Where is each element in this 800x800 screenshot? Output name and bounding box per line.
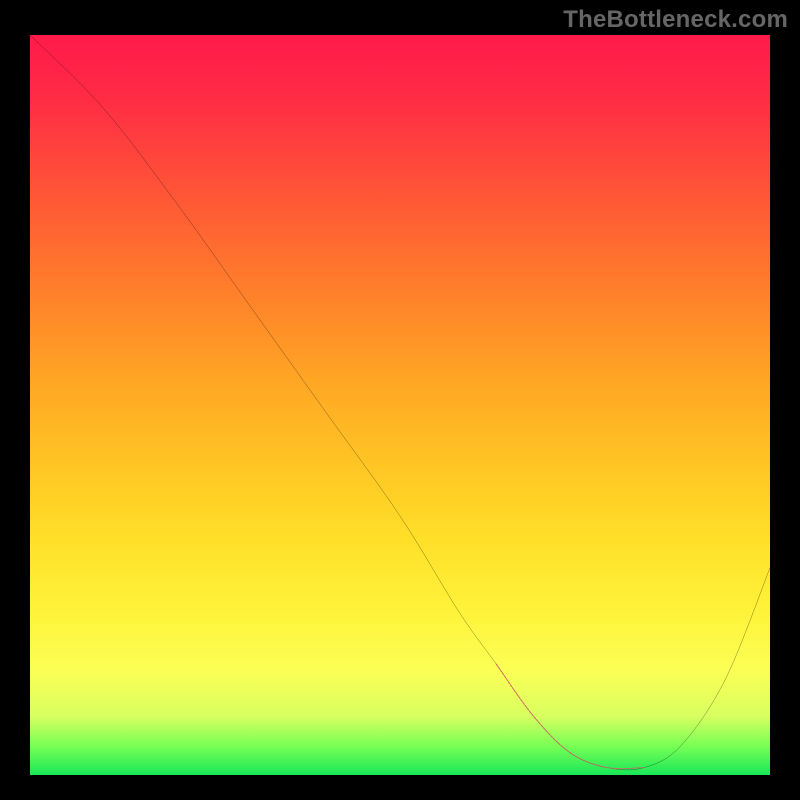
highlight-segment [496,664,644,769]
curve-svg [30,35,770,775]
chart-container: TheBottleneck.com [0,0,800,800]
watermark-text: TheBottleneck.com [563,6,788,34]
bottleneck-curve-line [30,35,770,770]
plot-area [30,35,770,775]
